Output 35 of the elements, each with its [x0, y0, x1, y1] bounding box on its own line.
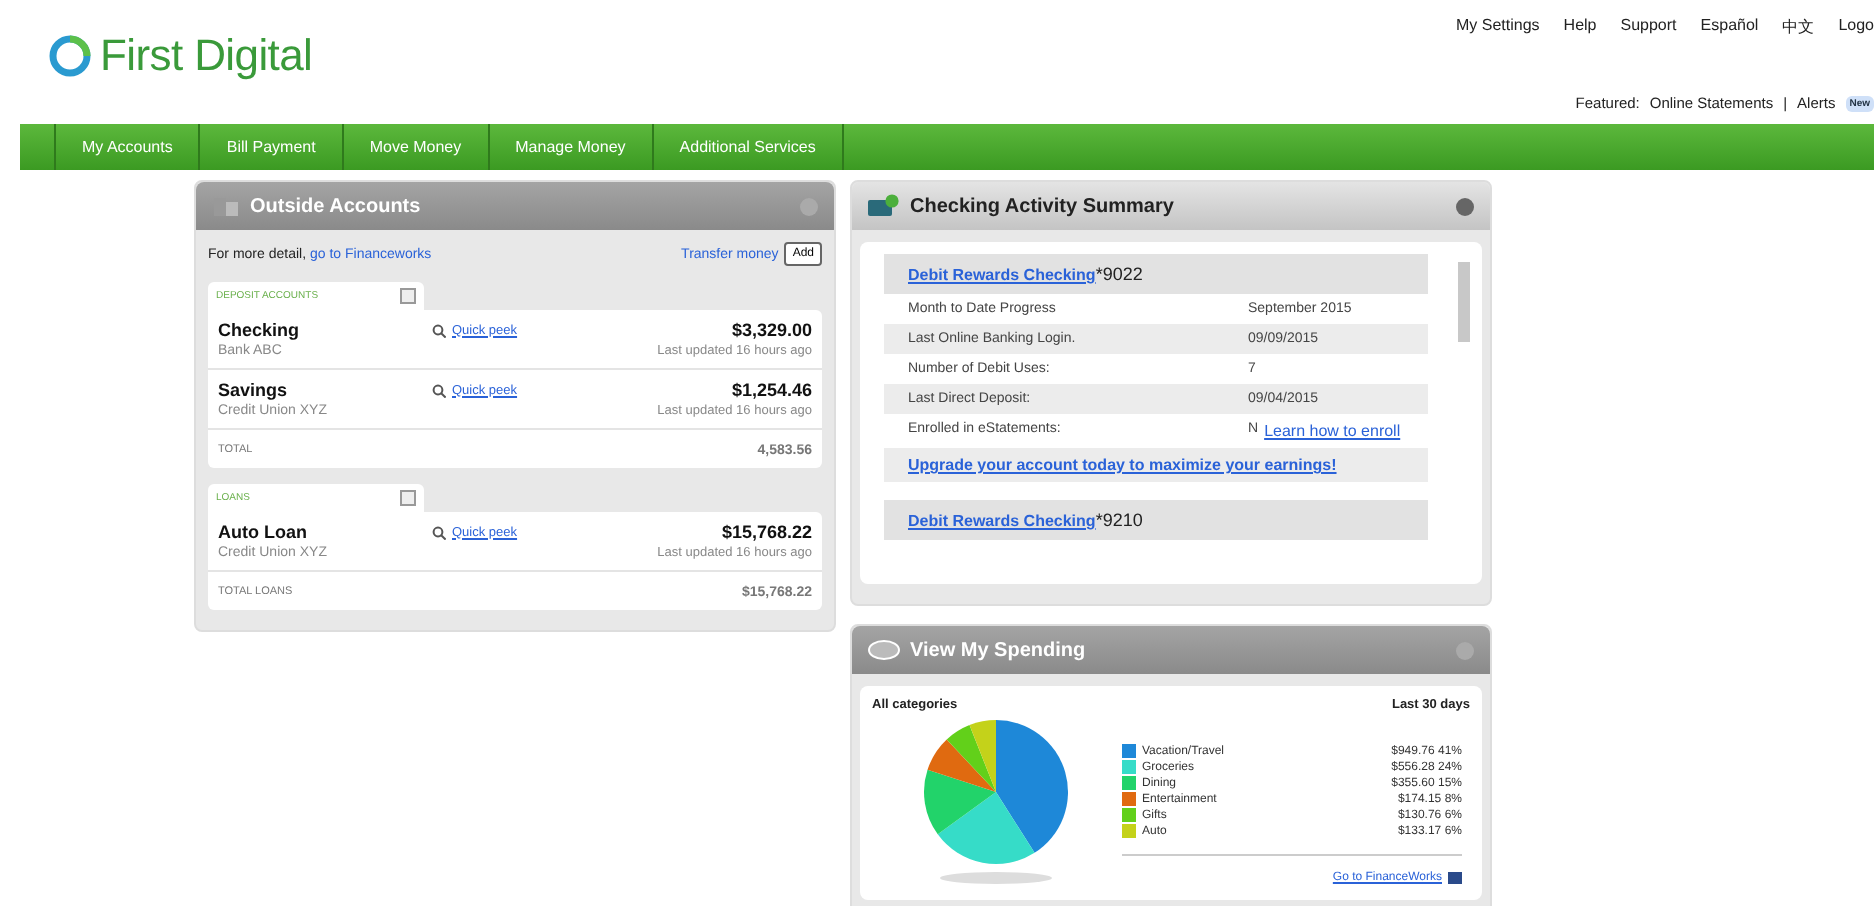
- account-name: Savings: [218, 380, 290, 400]
- panel-title: Checking Activity Summary: [910, 195, 1176, 217]
- search-icon: [432, 383, 446, 397]
- top-link[interactable]: Support: [1620, 16, 1677, 38]
- panel-title: Outside Accounts: [250, 195, 423, 217]
- enroll-link[interactable]: Learn how to enroll: [1264, 422, 1401, 440]
- top-link[interactable]: My Settings: [1456, 16, 1540, 38]
- card-check-icon: [868, 194, 900, 218]
- account-amount: $3,329.00: [729, 320, 812, 340]
- account-amount: $15,768.22: [719, 522, 812, 542]
- collapse-icon[interactable]: [400, 490, 416, 506]
- collapse-icon[interactable]: [400, 288, 416, 304]
- panel-title: View My Spending: [910, 639, 1088, 661]
- nav-tab[interactable]: Manage Money: [489, 124, 654, 170]
- search-icon: [432, 323, 446, 337]
- top-link[interactable]: Help: [1563, 16, 1597, 38]
- help-icon[interactable]: [1456, 197, 1474, 215]
- search-icon: [432, 525, 446, 539]
- account-name: Checking: [218, 320, 302, 340]
- account-link[interactable]: Debit Rewards Checking: [908, 512, 1096, 530]
- nav-tab[interactable]: Additional Services: [653, 124, 844, 170]
- top-link[interactable]: Logo: [1838, 16, 1874, 38]
- logo-text: First Digital: [100, 30, 313, 82]
- top-link[interactable]: 中文: [1782, 16, 1815, 38]
- top-link[interactable]: Español: [1700, 16, 1759, 38]
- external-link-icon: [1448, 872, 1462, 884]
- account-amount: $1,254.46: [729, 380, 812, 400]
- nav-tab[interactable]: Move Money: [343, 124, 490, 170]
- account-number: *9210: [1095, 510, 1143, 530]
- nav-tab[interactable]: My Accounts: [54, 124, 201, 170]
- account-name: Auto Loan: [218, 522, 309, 542]
- ring-logo-icon: [48, 34, 92, 78]
- account-link[interactable]: Debit Rewards Checking: [908, 266, 1096, 284]
- account-number: *9022: [1095, 264, 1143, 284]
- nav-tab[interactable]: Bill Payment: [200, 124, 344, 170]
